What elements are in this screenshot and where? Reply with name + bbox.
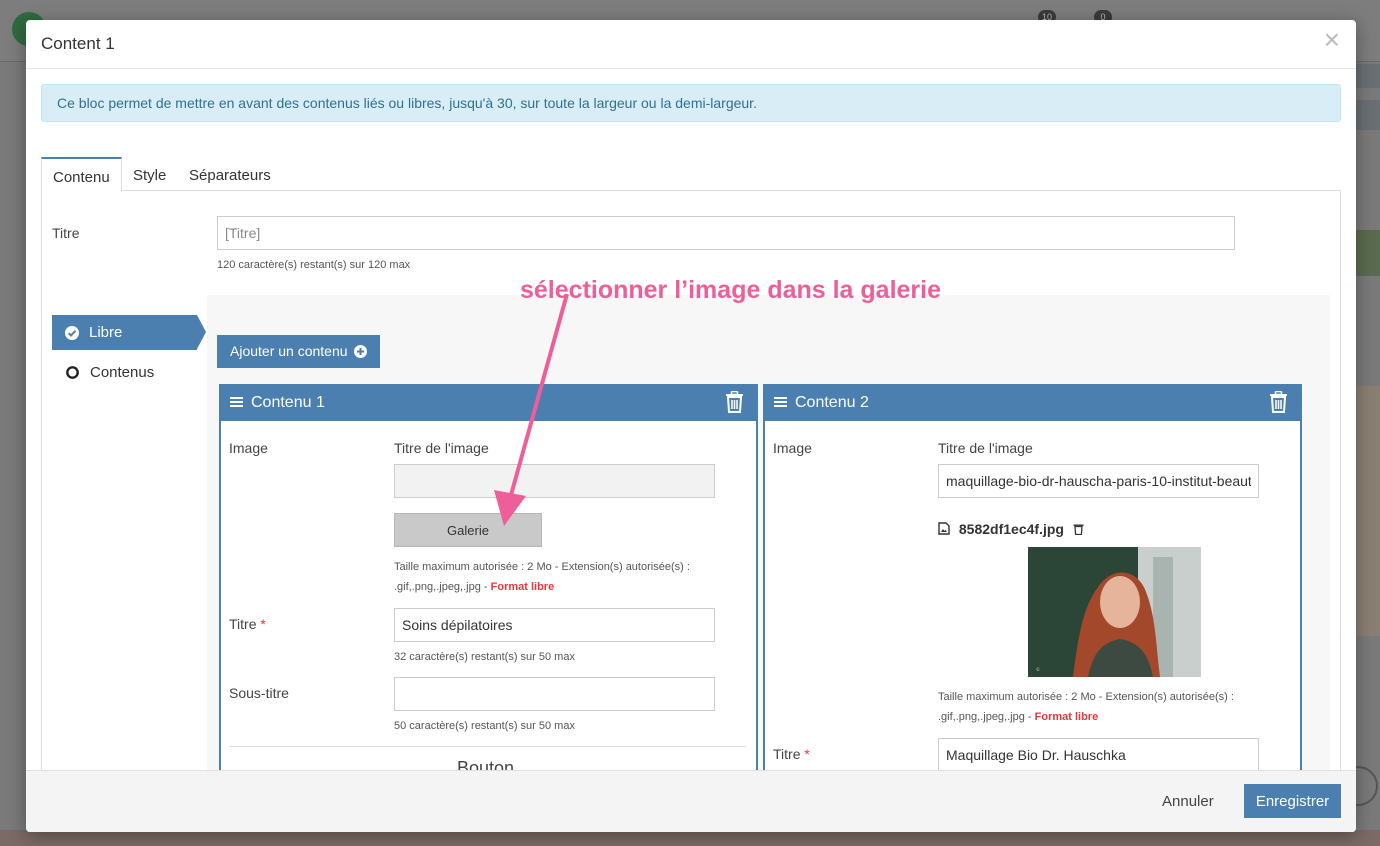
card-2-size-help: Taille maximum autorisée : 2 Mo - Extens… bbox=[938, 691, 1234, 703]
check-circle-icon bbox=[65, 326, 79, 344]
tab-contenu[interactable]: Contenu bbox=[41, 157, 122, 192]
modal-footer: Annuler Enregistrer bbox=[26, 770, 1356, 832]
drag-handle-icon[interactable] bbox=[230, 394, 243, 411]
card-1-titre-help: 32 caractère(s) restant(s) sur 50 max bbox=[394, 651, 575, 663]
card-2-titre-input[interactable] bbox=[938, 738, 1259, 772]
add-content-button[interactable]: Ajouter un contenu bbox=[217, 335, 381, 368]
card-2-titre-label: Titre * bbox=[773, 746, 810, 762]
background-image-strip bbox=[1356, 386, 1380, 636]
titre-label: Titre bbox=[52, 225, 80, 241]
save-button[interactable]: Enregistrer bbox=[1244, 784, 1341, 818]
mode-libre[interactable]: Libre bbox=[52, 315, 206, 350]
tab-separateurs[interactable]: Séparateurs bbox=[178, 157, 282, 191]
card-1-titre-input[interactable] bbox=[394, 608, 715, 642]
background-thumbnail bbox=[1356, 230, 1380, 276]
file-trash-icon[interactable] bbox=[1073, 522, 1084, 538]
svg-text:©: © bbox=[1036, 667, 1040, 672]
card-2-image-title-label: Titre de l'image bbox=[938, 440, 1033, 456]
add-content-label: Ajouter un contenu bbox=[230, 342, 348, 359]
card-2-file-name: 8582df1ec4f.jpg bbox=[958, 521, 1064, 537]
trash-icon[interactable] bbox=[1269, 390, 1288, 418]
background-eye-strip bbox=[1356, 64, 1380, 88]
card-2-format-link[interactable]: Format libre bbox=[1035, 711, 1099, 723]
tab-style[interactable]: Style bbox=[122, 157, 177, 191]
modal-title: Content 1 bbox=[41, 34, 115, 53]
info-alert: Ce bloc permet de mettre en avant des co… bbox=[41, 84, 1341, 122]
card-1-soustitre-label: Sous-titre bbox=[229, 685, 289, 701]
card-1-divider bbox=[229, 746, 746, 747]
card-2-image-label: Image bbox=[773, 440, 812, 456]
close-icon[interactable]: × bbox=[1324, 26, 1340, 54]
annotation-arrow-icon bbox=[494, 293, 569, 526]
card-1-ext-help: .gif,.png,.jpeg,.jpg - Format libre bbox=[394, 581, 554, 593]
mode-libre-label: Libre bbox=[89, 324, 123, 341]
content-card-2: Contenu 2 Image Titre de l'image 8582df1… bbox=[763, 384, 1302, 804]
card-1-title: Contenu 1 bbox=[251, 394, 325, 411]
card-1-format-link[interactable]: Format libre bbox=[491, 581, 555, 593]
drag-handle-icon[interactable] bbox=[774, 394, 787, 411]
card-2-image-title-input[interactable] bbox=[938, 464, 1259, 498]
required-mark: * bbox=[804, 746, 810, 762]
mode-contenus-label: Contenus bbox=[90, 364, 155, 381]
card-2-title: Contenu 2 bbox=[795, 394, 869, 411]
modal-header: Content 1 × bbox=[26, 20, 1356, 69]
card-2-header[interactable]: Contenu 2 bbox=[763, 384, 1302, 421]
card-1-ext-text: .gif,.png,.jpeg,.jpg - bbox=[394, 581, 491, 593]
tab-bar: Contenu Style Séparateurs bbox=[41, 157, 1341, 192]
titre-help: 120 caractère(s) restant(s) sur 120 max bbox=[217, 259, 411, 271]
background-button-strip bbox=[1356, 100, 1380, 130]
card-2-file-row: 8582df1ec4f.jpg bbox=[938, 521, 1084, 538]
trash-icon[interactable] bbox=[725, 390, 744, 418]
card-1-image-label: Image bbox=[229, 440, 268, 456]
radio-circle-icon bbox=[66, 366, 79, 383]
card-1-titre-text: Titre bbox=[229, 616, 257, 632]
content-modal: Content 1 × Ce bloc permet de mettre en … bbox=[26, 20, 1356, 832]
required-mark: * bbox=[260, 616, 266, 632]
card-2-image-preview: © bbox=[1028, 547, 1201, 677]
card-2-titre-text: Titre bbox=[773, 746, 801, 762]
mode-contenus[interactable]: Contenus bbox=[52, 355, 202, 390]
card-1-soustitre-help: 50 caractère(s) restant(s) sur 50 max bbox=[394, 720, 575, 732]
plus-circle-icon bbox=[354, 344, 368, 361]
image-file-icon bbox=[938, 522, 950, 538]
card-1-size-help: Taille maximum autorisée : 2 Mo - Extens… bbox=[394, 561, 690, 573]
cancel-button[interactable]: Annuler bbox=[1162, 793, 1214, 810]
background-footer-strip bbox=[0, 830, 1380, 846]
card-2-ext-help: .gif,.png,.jpeg,.jpg - Format libre bbox=[938, 711, 1098, 723]
card-1-soustitre-input[interactable] bbox=[394, 677, 715, 711]
titre-input[interactable] bbox=[217, 216, 1235, 250]
card-2-ext-text: .gif,.png,.jpeg,.jpg - bbox=[938, 711, 1035, 723]
card-1-titre-label: Titre * bbox=[229, 616, 266, 632]
